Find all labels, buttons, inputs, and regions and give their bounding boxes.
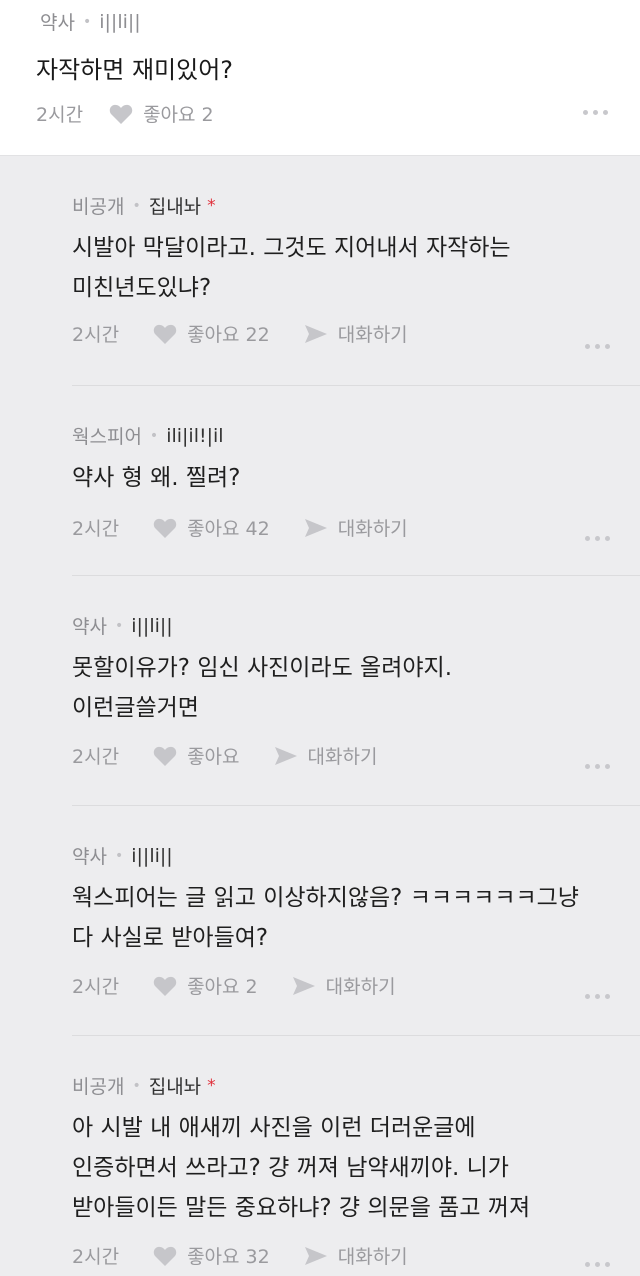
comment-author-nickname: 집내놔 (148, 1076, 202, 1098)
reply-button[interactable]: 대화하기 (292, 972, 396, 999)
separator-dot: • (132, 1077, 141, 1094)
send-icon (304, 517, 328, 539)
reply-label: 대화하기 (307, 746, 378, 768)
reply-button[interactable]: 대화하기 (274, 742, 378, 769)
comment-author[interactable]: 비공개 • 집내놔 * (72, 192, 216, 219)
separator-dot: • (82, 13, 92, 30)
heart-icon[interactable] (109, 103, 133, 125)
post-meta: 2시간 좋아요 2 (36, 100, 214, 127)
comment: 비공개 • 집내놔 * 아 시발 내 애새끼 사진을 이런 더러운글에 인증하면… (72, 1036, 640, 1276)
comment-meta: 2시간 좋아요 32 대화하기 (72, 1242, 442, 1269)
comment-author-name: 약사 (72, 616, 107, 638)
like-label: 좋아요 42 (187, 518, 270, 540)
comment: 약사 • i||li|| 웍스피어는 글 읽고 이상하지않음? ㅋㅋㅋㅋㅋㅋ그냥… (72, 806, 640, 1036)
like-label: 좋아요 22 (187, 324, 270, 346)
comment-time: 2시간 (72, 518, 120, 540)
reply-label: 대화하기 (325, 976, 396, 998)
like-button[interactable]: 좋아요 32 (153, 1242, 270, 1269)
comment-author-nickname: i||li|| (131, 614, 173, 637)
send-icon (304, 1245, 328, 1267)
like-button[interactable]: 좋아요 2 (153, 972, 258, 999)
heart-icon (153, 1245, 177, 1267)
comment-meta: 2시간 좋아요 대화하기 (72, 742, 411, 769)
like-label: 좋아요 32 (187, 1246, 270, 1268)
comment-body: 웍스피어는 글 읽고 이상하지않음? ㅋㅋㅋㅋㅋㅋ그냥 다 사실로 받아들여? (72, 885, 579, 951)
post-author[interactable]: 약사 • i||li|| (40, 8, 141, 35)
comment-author-name: 비공개 (72, 1076, 125, 1098)
like-button[interactable]: 좋아요 (153, 742, 240, 769)
comment-author-nickname: ili|il!|il (166, 424, 224, 447)
comment-meta: 2시간 좋아요 2 대화하기 (72, 972, 430, 999)
comment-body: 아 시발 내 애새끼 사진을 이런 더러운글에 인증하면서 쓰라고? 걍 꺼져 … (72, 1115, 531, 1221)
more-options-icon[interactable] (585, 536, 610, 541)
reply-label: 대화하기 (337, 324, 408, 346)
separator-dot: • (132, 197, 141, 214)
comment: 약사 • i||li|| 못할이유가? 임신 사진이라도 올려야지. 이런글쓸거… (72, 576, 640, 806)
comment-author-name: 비공개 (72, 196, 125, 218)
like-label: 좋아요 2 (187, 976, 258, 998)
heart-icon (153, 745, 177, 767)
post-author-nickname: i||li|| (99, 10, 141, 33)
more-options-icon[interactable] (585, 344, 610, 349)
reply-button[interactable]: 대화하기 (304, 1242, 408, 1269)
reply-label: 대화하기 (337, 1246, 408, 1268)
reply-button[interactable]: 대화하기 (304, 514, 408, 541)
comment-author-name: 웍스피어 (72, 426, 142, 448)
heart-icon (153, 323, 177, 345)
comment-list: 비공개 • 집내놔 * 시발아 막달이라고. 그것도 지어내서 자작하는 미친년… (0, 156, 640, 1276)
more-options-icon[interactable] (583, 110, 608, 115)
separator-dot: • (114, 847, 124, 864)
comment-time: 2시간 (72, 324, 120, 346)
comment-meta: 2시간 좋아요 42 대화하기 (72, 514, 442, 541)
comment-meta: 2시간 좋아요 22 대화하기 (72, 320, 442, 347)
comment-time: 2시간 (72, 746, 120, 768)
heart-icon (153, 517, 177, 539)
post-author-name: 약사 (40, 12, 75, 34)
heart-icon (153, 975, 177, 997)
comment-time: 2시간 (72, 976, 120, 998)
more-options-icon[interactable] (585, 994, 610, 999)
comment-author[interactable]: 웍스피어 • ili|il!|il (72, 422, 224, 449)
post-time: 2시간 (36, 104, 84, 126)
like-button[interactable]: 좋아요 42 (153, 514, 270, 541)
comment: 웍스피어 • ili|il!|il 약사 형 왜. 찔려? 2시간 좋아요 42… (72, 386, 640, 576)
comment-author[interactable]: 약사 • i||li|| (72, 612, 173, 639)
author-star-badge: * (207, 1075, 216, 1096)
send-icon (304, 323, 328, 345)
comment-author-nickname: i||li|| (131, 844, 173, 867)
separator-dot: • (114, 617, 124, 634)
like-button[interactable]: 좋아요 22 (153, 320, 270, 347)
post: 약사 • i||li|| 자작하면 재미있어? 2시간 좋아요 2 (0, 0, 640, 156)
more-options-icon[interactable] (585, 764, 610, 769)
send-icon (274, 745, 298, 767)
more-options-icon[interactable] (585, 1262, 610, 1267)
comment-author[interactable]: 비공개 • 집내놔 * (72, 1072, 216, 1099)
comment-time: 2시간 (72, 1246, 120, 1268)
comment-body: 시발아 막달이라고. 그것도 지어내서 자작하는 미친년도있냐? (72, 235, 511, 301)
comment-author-name: 약사 (72, 846, 107, 868)
reply-label: 대화하기 (337, 518, 408, 540)
author-star-badge: * (207, 195, 216, 216)
post-like-label[interactable]: 좋아요 2 (143, 100, 214, 127)
send-icon (292, 975, 316, 997)
comment-author-nickname: 집내놔 (148, 196, 202, 218)
post-body: 자작하면 재미있어? (36, 56, 234, 84)
reply-button[interactable]: 대화하기 (304, 320, 408, 347)
comment-body: 못할이유가? 임신 사진이라도 올려야지. 이런글쓸거면 (72, 655, 453, 721)
comment-body: 약사 형 왜. 찔려? (72, 465, 241, 491)
comment-author[interactable]: 약사 • i||li|| (72, 842, 173, 869)
separator-dot: • (149, 427, 159, 444)
like-label: 좋아요 (187, 746, 240, 768)
comment: 비공개 • 집내놔 * 시발아 막달이라고. 그것도 지어내서 자작하는 미친년… (72, 156, 640, 386)
